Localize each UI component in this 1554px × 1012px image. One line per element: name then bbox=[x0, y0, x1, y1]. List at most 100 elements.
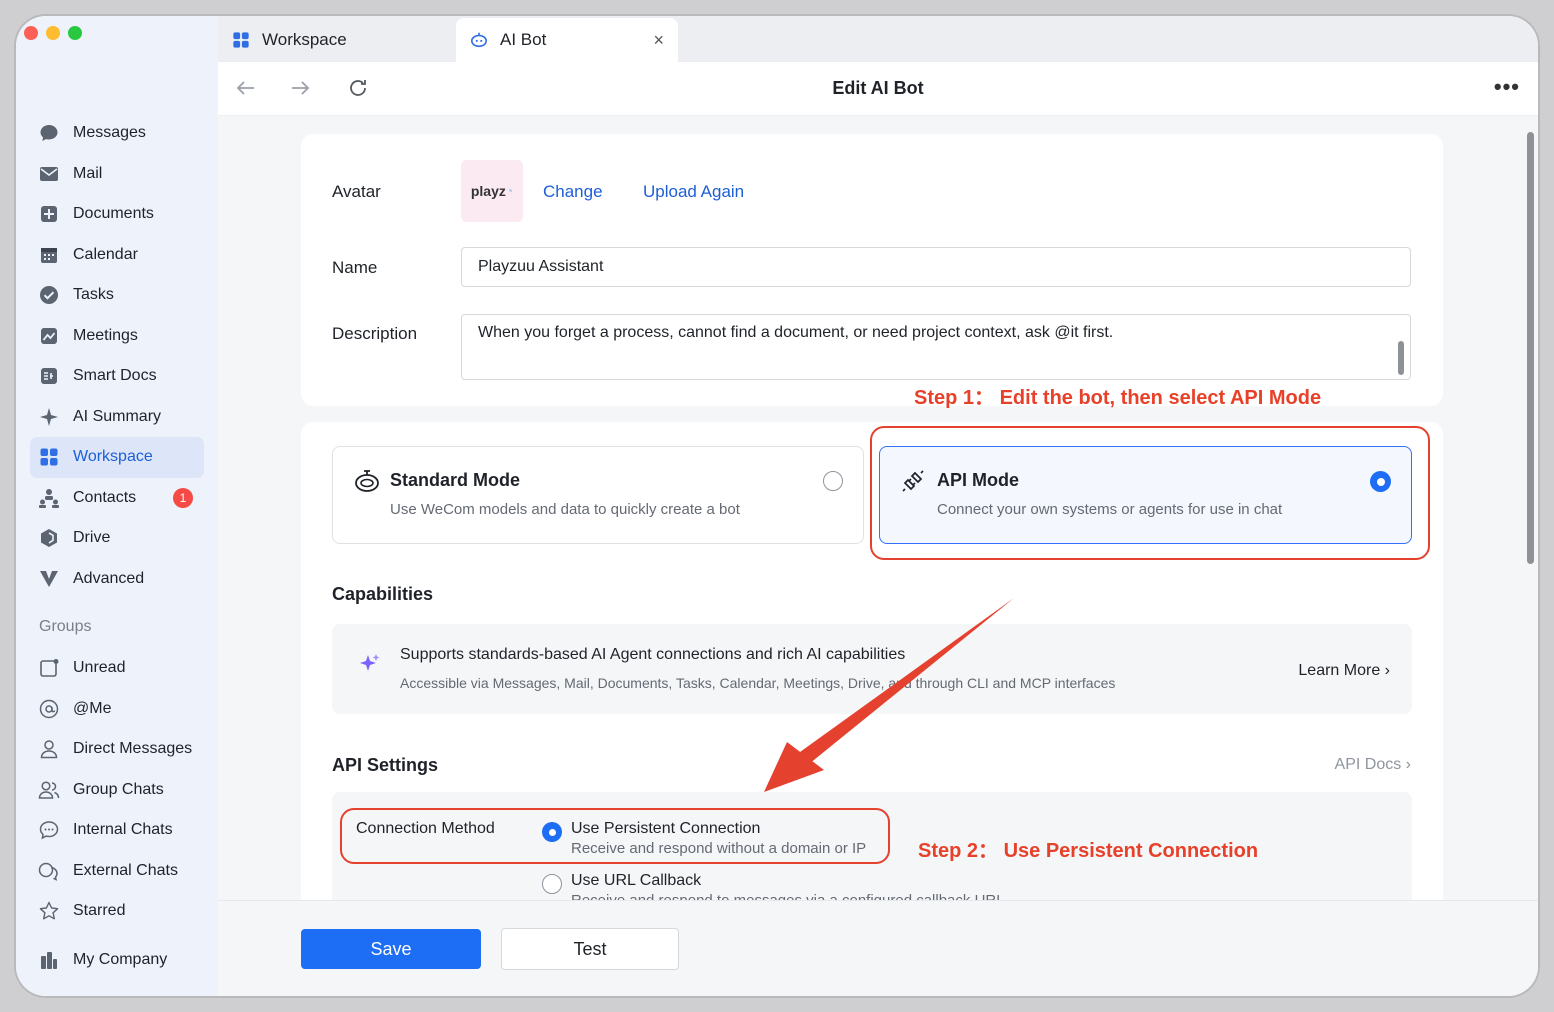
sidebar-item-direct-messages[interactable]: Direct Messages bbox=[30, 729, 204, 770]
avatar-label: Avatar bbox=[332, 182, 381, 201]
sidebar-item-label: Workspace bbox=[73, 448, 153, 466]
smart-docs-icon bbox=[38, 365, 60, 387]
api-docs-link[interactable]: API Docs › bbox=[1335, 756, 1411, 774]
sidebar-item-label: Group Chats bbox=[73, 780, 164, 798]
calendar-icon bbox=[38, 244, 60, 266]
sidebar-item-label: Documents bbox=[73, 205, 154, 223]
unread-icon bbox=[38, 657, 60, 679]
tab-ai-bot[interactable]: AI Bot × bbox=[456, 18, 678, 62]
api-settings-heading: API Settings bbox=[332, 755, 439, 775]
robot-icon bbox=[354, 469, 380, 493]
unread-badge: 1 bbox=[173, 487, 193, 508]
at-icon bbox=[38, 698, 60, 720]
contacts-icon bbox=[38, 487, 60, 509]
sidebar-item-smart-docs[interactable]: Smart Docs bbox=[30, 356, 204, 397]
sidebar-item-external-chats[interactable]: External Chats bbox=[30, 851, 204, 892]
capabilities-headline: Supports standards-based AI Agent connec… bbox=[400, 646, 906, 663]
sidebar: Messages Mail Documents Calendar Tasks M… bbox=[16, 16, 218, 996]
change-avatar-link[interactable]: Change bbox=[543, 182, 603, 202]
drive-icon bbox=[38, 527, 60, 549]
sidebar-item-label: Unread bbox=[73, 659, 126, 677]
chat-dots-icon bbox=[38, 819, 60, 841]
sidebar-item-drive[interactable]: Drive bbox=[30, 518, 204, 559]
description-textarea[interactable]: When you forget a process, cannot find a… bbox=[461, 314, 1411, 380]
sidebar-item-label: Starred bbox=[73, 902, 126, 920]
sidebar-item-contacts[interactable]: Contacts 1 bbox=[30, 478, 204, 519]
advanced-icon bbox=[38, 568, 60, 590]
sidebar-item-advanced[interactable]: Advanced bbox=[30, 559, 204, 600]
option-description: Receive and respond to messages via a co… bbox=[571, 892, 1005, 900]
avatar-logo-text: playz bbox=[470, 183, 506, 199]
sidebar-item-label: Calendar bbox=[73, 245, 138, 263]
sidebar-item-internal-chats[interactable]: Internal Chats bbox=[30, 810, 204, 851]
sidebar-item-label: Internal Chats bbox=[73, 821, 173, 839]
sidebar-groups: Unread @Me Direct Messages Group Chats I… bbox=[30, 648, 204, 932]
close-window-button[interactable] bbox=[24, 26, 38, 40]
grid-icon bbox=[232, 31, 250, 49]
sidebar-item-label: Advanced bbox=[73, 569, 145, 587]
sidebar-item-label: My Company bbox=[73, 951, 168, 969]
api-mode-highlight-box bbox=[870, 426, 1430, 560]
url-callback-radio[interactable] bbox=[542, 874, 562, 894]
tab-label: Workspace bbox=[262, 30, 347, 49]
window-controls bbox=[24, 26, 82, 40]
sidebar-item-label: Contacts bbox=[73, 488, 137, 506]
star-icon bbox=[38, 900, 60, 922]
name-input[interactable]: Playzuu Assistant bbox=[461, 247, 1411, 287]
connection-method-highlight-box bbox=[340, 808, 890, 864]
chat-bubble-icon bbox=[38, 122, 60, 144]
footer-actions: Save Test bbox=[218, 900, 1538, 996]
capabilities-box: Supports standards-based AI Agent connec… bbox=[332, 624, 1412, 714]
sidebar-item-meetings[interactable]: Meetings bbox=[30, 316, 204, 357]
sidebar-item-my-company[interactable]: My Company bbox=[30, 940, 204, 981]
test-button[interactable]: Test bbox=[501, 928, 679, 970]
sidebar-item-starred[interactable]: Starred bbox=[30, 891, 204, 932]
save-button[interactable]: Save bbox=[301, 929, 481, 969]
textarea-scrollbar[interactable] bbox=[1398, 341, 1404, 375]
sparkle-icon bbox=[38, 406, 60, 428]
standard-mode-radio[interactable] bbox=[823, 471, 843, 491]
sidebar-item-label: Direct Messages bbox=[73, 740, 193, 758]
capabilities-heading: Capabilities bbox=[332, 584, 434, 604]
standard-mode-option[interactable]: Standard Mode Use WeCom models and data … bbox=[332, 446, 864, 544]
upload-again-link[interactable]: Upload Again bbox=[643, 182, 744, 202]
standard-mode-title: Standard Mode bbox=[390, 470, 521, 490]
sidebar-item-label: External Chats bbox=[73, 861, 178, 879]
mail-icon bbox=[38, 163, 60, 185]
description-text: When you forget a process, cannot find a… bbox=[478, 324, 1114, 341]
standard-mode-description: Use WeCom models and data to quickly cre… bbox=[390, 501, 740, 518]
bot-basic-info-card: Avatar playz ◔ Change Upload Again Name P… bbox=[301, 134, 1443, 406]
check-circle-icon bbox=[38, 284, 60, 306]
company-icon bbox=[38, 949, 60, 971]
sidebar-item-unread[interactable]: Unread bbox=[30, 648, 204, 689]
sidebar-item-documents[interactable]: Documents bbox=[30, 194, 204, 235]
learn-more-link[interactable]: Learn More › bbox=[1298, 662, 1390, 680]
more-options-icon[interactable]: ••• bbox=[1494, 74, 1520, 100]
groups-heading: Groups bbox=[39, 618, 92, 635]
page-scrollbar[interactable] bbox=[1527, 132, 1534, 564]
sidebar-item-ai-summary[interactable]: AI Summary bbox=[30, 397, 204, 438]
sidebar-item-label: Meetings bbox=[73, 326, 138, 344]
option-title: Use URL Callback bbox=[571, 872, 702, 889]
sidebar-item-label: @Me bbox=[73, 699, 112, 717]
sidebar-item-tasks[interactable]: Tasks bbox=[30, 275, 204, 316]
sidebar-item-at-me[interactable]: @Me bbox=[30, 689, 204, 730]
sidebar-item-group-chats[interactable]: Group Chats bbox=[30, 770, 204, 811]
meetings-icon bbox=[38, 325, 60, 347]
sidebar-item-workspace[interactable]: Workspace bbox=[30, 437, 204, 478]
capabilities-description: Accessible via Messages, Mail, Documents… bbox=[400, 675, 1116, 691]
sidebar-item-label: Smart Docs bbox=[73, 367, 157, 385]
sidebar-item-messages[interactable]: Messages bbox=[30, 113, 204, 154]
minimize-window-button[interactable] bbox=[46, 26, 60, 40]
tab-bar: Workspace AI Bot × bbox=[218, 16, 1538, 62]
avatar[interactable]: playz ◔ bbox=[461, 160, 523, 222]
sidebar-item-calendar[interactable]: Calendar bbox=[30, 235, 204, 276]
sidebar-item-label: Messages bbox=[73, 124, 146, 142]
sidebar-item-mail[interactable]: Mail bbox=[30, 154, 204, 195]
external-chat-icon bbox=[38, 860, 60, 882]
step2-annotation: Step 2： Use Persistent Connection bbox=[918, 840, 1259, 862]
close-tab-icon[interactable]: × bbox=[653, 30, 664, 51]
maximize-window-button[interactable] bbox=[68, 26, 82, 40]
tab-workspace[interactable]: Workspace bbox=[218, 18, 454, 62]
bot-icon bbox=[470, 31, 488, 49]
